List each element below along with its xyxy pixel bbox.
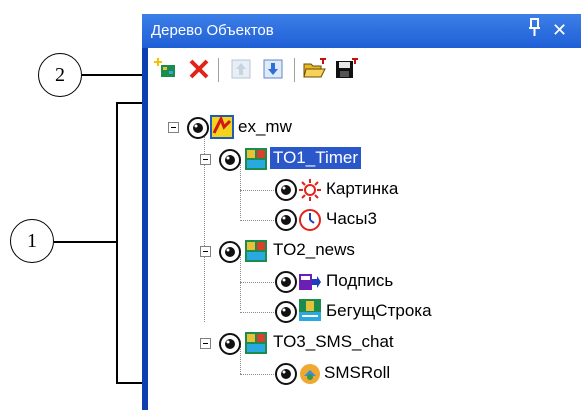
callout-2: 2 xyxy=(38,53,82,97)
move-up-button[interactable] xyxy=(228,56,254,82)
tree-connector xyxy=(240,374,276,375)
move-down-button[interactable] xyxy=(260,56,286,82)
move-down-icon xyxy=(263,59,283,79)
panel-titlebar[interactable]: Дерево Объектов ✕ xyxy=(142,14,581,48)
open-folder-button[interactable] xyxy=(302,56,328,82)
eye-icon[interactable] xyxy=(274,270,298,294)
picture-icon xyxy=(299,179,321,201)
eye-icon[interactable] xyxy=(218,148,242,172)
open-folder-icon xyxy=(303,58,326,78)
template-object-icon xyxy=(245,240,267,262)
collapse-toggle[interactable] xyxy=(168,122,179,133)
move-up-icon xyxy=(231,59,251,79)
callout-1-line xyxy=(54,241,117,243)
crawl-line-icon xyxy=(299,299,321,321)
eye-icon[interactable] xyxy=(274,178,298,202)
sms-roll-icon xyxy=(300,364,320,384)
eye-icon[interactable] xyxy=(274,208,298,232)
toolbar-separator-2 xyxy=(294,58,295,82)
tree-node-label: Подпись xyxy=(326,271,394,290)
object-tree-panel: Дерево Объектов ✕ ex_mw TO1_Timer Картин… xyxy=(142,14,581,410)
tree-connector xyxy=(240,220,276,221)
tree-node-label: TO2_news xyxy=(273,240,355,259)
caption-icon xyxy=(299,274,321,290)
eye-icon[interactable] xyxy=(186,116,210,140)
toolbar-separator xyxy=(218,58,219,82)
tree-node-label: SMSRoll xyxy=(324,363,391,382)
add-object-icon xyxy=(154,58,175,77)
clock-icon xyxy=(299,209,321,231)
save-button[interactable] xyxy=(334,56,360,82)
eye-icon[interactable] xyxy=(218,240,242,264)
callout-1: 1 xyxy=(10,219,54,263)
collapse-toggle[interactable] xyxy=(200,246,211,257)
tree-node-label: ex_mw xyxy=(238,117,292,136)
eye-icon[interactable] xyxy=(274,362,298,386)
tree-node-label: Часы3 xyxy=(326,209,377,228)
save-icon xyxy=(336,58,358,78)
template-object-icon xyxy=(245,332,267,354)
tree-node-label: БегущСтрока xyxy=(326,301,432,320)
tree-connector xyxy=(240,190,276,191)
callout-2-number: 2 xyxy=(55,63,65,86)
add-object-button[interactable] xyxy=(152,56,178,82)
toolbar xyxy=(148,48,581,92)
object-tree: ex_mw TO1_Timer Картинка Часы3 TO2_news … xyxy=(148,92,581,410)
collapse-toggle[interactable] xyxy=(200,154,211,165)
panel-title: Дерево Объектов xyxy=(151,22,274,39)
callout-1-bracket-vertical xyxy=(116,102,118,383)
collapse-toggle[interactable] xyxy=(200,338,211,349)
scene-icon xyxy=(210,115,234,139)
tree-node-label: TO1_Timer xyxy=(270,147,362,169)
template-object-icon xyxy=(245,148,267,170)
tree-connector xyxy=(240,282,276,283)
delete-icon xyxy=(189,59,209,79)
callout-1-number: 1 xyxy=(27,229,37,252)
delete-button[interactable] xyxy=(186,56,212,82)
eye-icon[interactable] xyxy=(218,332,242,356)
close-icon[interactable]: ✕ xyxy=(552,20,567,41)
tree-connector xyxy=(240,312,276,313)
tree-node-label: Картинка xyxy=(326,179,399,198)
pin-icon[interactable] xyxy=(528,18,542,43)
eye-icon[interactable] xyxy=(274,300,298,324)
tree-connector xyxy=(204,122,205,322)
tree-node-label: TO3_SMS_chat xyxy=(273,332,394,351)
